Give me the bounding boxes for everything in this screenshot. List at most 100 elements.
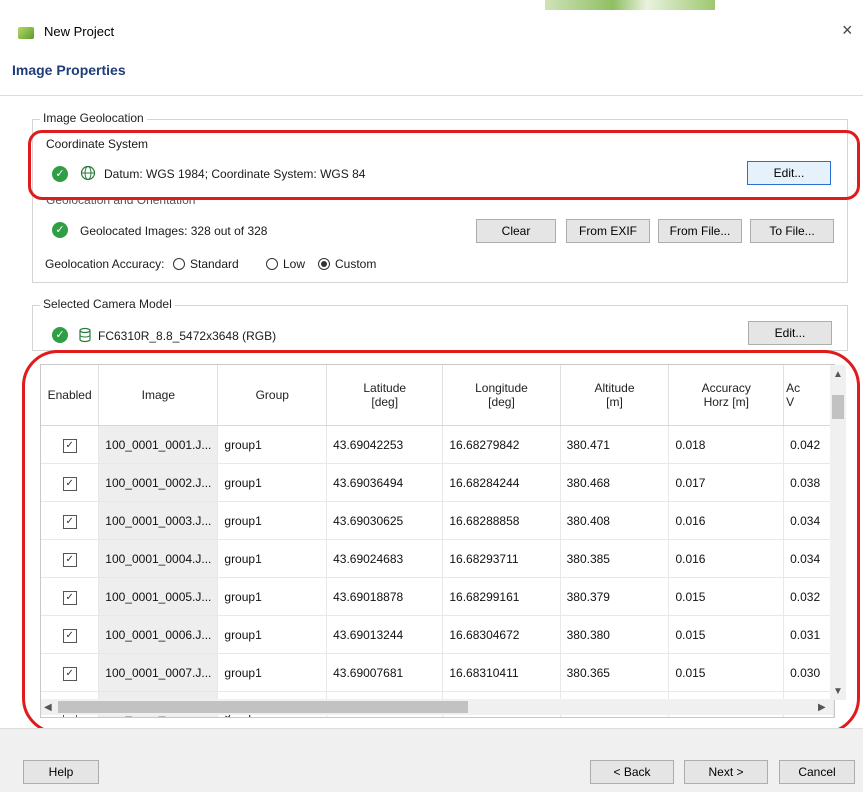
cell-altitude: 380.365 xyxy=(560,653,670,692)
table-row[interactable]: ✓ 100_0001_0003.J... group1 43.69030625 16.6… xyxy=(41,501,834,540)
accuracy-low-label[interactable]: Low xyxy=(283,257,305,271)
scroll-down-icon[interactable]: ▼ xyxy=(833,686,843,697)
table-row[interactable]: ✓ 100_0001_0004.J... group1 43.69024683 16.6… xyxy=(41,539,834,578)
checkbox-checked-icon[interactable]: ✓ xyxy=(62,666,77,681)
cell-accuracy-vert: 0.034 xyxy=(783,539,834,578)
cell-image-name: 100_0001_0001.J... xyxy=(98,425,219,464)
cell-enabled-checkbox[interactable]: ✓ xyxy=(41,577,100,616)
column-header-altitude[interactable]: Altitude [m] xyxy=(560,365,670,426)
database-icon xyxy=(78,327,92,346)
accuracy-low-radio[interactable] xyxy=(266,258,278,270)
geolocated-images-text: Geolocated Images: 328 out of 328 xyxy=(80,224,268,238)
check-circle-icon: ✓ xyxy=(52,222,68,238)
cell-latitude: 43.69013244 xyxy=(326,615,444,654)
image-table-grid: Enabled Image Group Latitude [deg] Longi… xyxy=(41,365,834,717)
cell-longitude: 16.68304672 xyxy=(442,615,561,654)
cell-enabled-checkbox[interactable]: ✓ xyxy=(41,615,100,654)
checkbox-checked-icon[interactable]: ✓ xyxy=(62,590,77,605)
cell-group-name: group1 xyxy=(217,425,328,464)
horizontal-scroll-thumb[interactable] xyxy=(58,701,468,713)
page-title: Image Properties xyxy=(12,62,126,78)
app-icon xyxy=(18,27,34,39)
cell-altitude: 380.380 xyxy=(560,615,670,654)
column-header-latitude[interactable]: Latitude [deg] xyxy=(326,365,444,426)
column-header-image[interactable]: Image xyxy=(98,365,219,426)
cell-altitude: 380.471 xyxy=(560,425,670,464)
table-row[interactable]: ✓ 100_0001_0001.J... group1 43.69042253 16.6… xyxy=(41,425,834,464)
title-bar: New Project × xyxy=(0,10,863,54)
camera-model-legend: Selected Camera Model xyxy=(40,297,175,311)
cell-longitude: 16.68288858 xyxy=(442,501,561,540)
cell-enabled-checkbox[interactable]: ✓ xyxy=(41,539,100,578)
column-header-enabled[interactable]: Enabled xyxy=(41,365,100,426)
column-header-accuracy-horz[interactable]: Accuracy Horz [m] xyxy=(668,365,785,426)
cell-latitude: 43.69007681 xyxy=(326,653,444,692)
back-button[interactable]: < Back xyxy=(590,760,674,784)
cell-enabled-checkbox[interactable]: ✓ xyxy=(41,653,100,692)
checkbox-checked-icon[interactable]: ✓ xyxy=(62,438,77,453)
cell-latitude: 43.69024683 xyxy=(326,539,444,578)
camera-model-edit-button[interactable]: Edit... xyxy=(748,321,832,345)
to-file-button[interactable]: To File... xyxy=(750,219,834,243)
cell-accuracy-horz: 0.015 xyxy=(668,653,785,692)
cell-accuracy-vert: 0.030 xyxy=(783,653,834,692)
coordinate-system-edit-button[interactable]: Edit... xyxy=(747,161,831,185)
from-exif-button[interactable]: From EXIF xyxy=(566,219,650,243)
cell-image-name: 100_0001_0006.J... xyxy=(98,615,219,654)
cell-enabled-checkbox[interactable]: ✓ xyxy=(41,425,100,464)
cell-image-name: 100_0001_0004.J... xyxy=(98,539,219,578)
cell-group-name: group1 xyxy=(217,577,328,616)
accuracy-custom-radio[interactable] xyxy=(318,258,330,270)
column-header-accuracy-vert[interactable]: Ac V xyxy=(783,365,834,426)
table-row[interactable]: ✓ 100_0001_0006.J... group1 43.69013244 16.6… xyxy=(41,615,834,654)
cell-altitude: 380.379 xyxy=(560,577,670,616)
help-button[interactable]: Help xyxy=(23,760,99,784)
accuracy-custom-label[interactable]: Custom xyxy=(335,257,376,271)
cell-latitude: 43.69030625 xyxy=(326,501,444,540)
checkbox-checked-icon[interactable]: ✓ xyxy=(62,514,77,529)
accuracy-standard-radio[interactable] xyxy=(173,258,185,270)
cell-latitude: 43.69036494 xyxy=(326,463,444,502)
cell-accuracy-vert: 0.038 xyxy=(783,463,834,502)
header-divider xyxy=(0,95,863,96)
cell-longitude: 16.68299161 xyxy=(442,577,561,616)
cancel-button[interactable]: Cancel xyxy=(779,760,855,784)
scroll-right-icon[interactable]: ▶ xyxy=(818,702,826,713)
cell-latitude: 43.69042253 xyxy=(326,425,444,464)
vertical-scroll-thumb[interactable] xyxy=(832,395,844,419)
cell-altitude: 380.385 xyxy=(560,539,670,578)
camera-model-group xyxy=(32,305,848,351)
cell-longitude: 16.68293711 xyxy=(442,539,561,578)
scroll-left-icon[interactable]: ◀ xyxy=(44,702,52,713)
close-icon[interactable]: × xyxy=(842,20,853,41)
accuracy-standard-label[interactable]: Standard xyxy=(190,257,239,271)
cell-accuracy-horz: 0.017 xyxy=(668,463,785,502)
image-table: Enabled Image Group Latitude [deg] Longi… xyxy=(40,364,835,718)
cell-group-name: group1 xyxy=(217,463,328,502)
cell-enabled-checkbox[interactable]: ✓ xyxy=(41,463,100,502)
checkbox-checked-icon[interactable]: ✓ xyxy=(62,628,77,643)
cell-accuracy-horz: 0.018 xyxy=(668,425,785,464)
cell-image-name: 100_0001_0003.J... xyxy=(98,501,219,540)
column-header-group[interactable]: Group xyxy=(217,365,328,426)
image-geolocation-legend: Image Geolocation xyxy=(40,111,147,125)
checkbox-checked-icon[interactable]: ✓ xyxy=(62,476,77,491)
coordinate-system-legend: Coordinate System xyxy=(46,137,149,151)
check-circle-icon: ✓ xyxy=(52,166,68,182)
table-row[interactable]: ✓ 100_0001_0007.J... group1 43.69007681 16.6… xyxy=(41,653,834,692)
cell-enabled-checkbox[interactable]: ✓ xyxy=(41,501,100,540)
cell-group-name: group1 xyxy=(217,539,328,578)
table-row[interactable]: ✓ 100_0001_0002.J... group1 43.69036494 16.6… xyxy=(41,463,834,502)
clear-button[interactable]: Clear xyxy=(476,219,556,243)
next-button[interactable]: Next > xyxy=(684,760,768,784)
table-header-row: Enabled Image Group Latitude [deg] Longi… xyxy=(41,365,834,426)
cell-accuracy-horz: 0.015 xyxy=(668,577,785,616)
table-row[interactable]: ✓ 100_0001_0005.J... group1 43.69018878 16.6… xyxy=(41,577,834,616)
scroll-up-icon[interactable]: ▲ xyxy=(833,369,843,380)
accuracy-label: Geolocation Accuracy: xyxy=(45,257,165,271)
cell-altitude: 380.468 xyxy=(560,463,670,502)
cell-accuracy-vert: 0.032 xyxy=(783,577,834,616)
column-header-longitude[interactable]: Longitude [deg] xyxy=(442,365,561,426)
checkbox-checked-icon[interactable]: ✓ xyxy=(62,552,77,567)
from-file-button[interactable]: From File... xyxy=(658,219,742,243)
